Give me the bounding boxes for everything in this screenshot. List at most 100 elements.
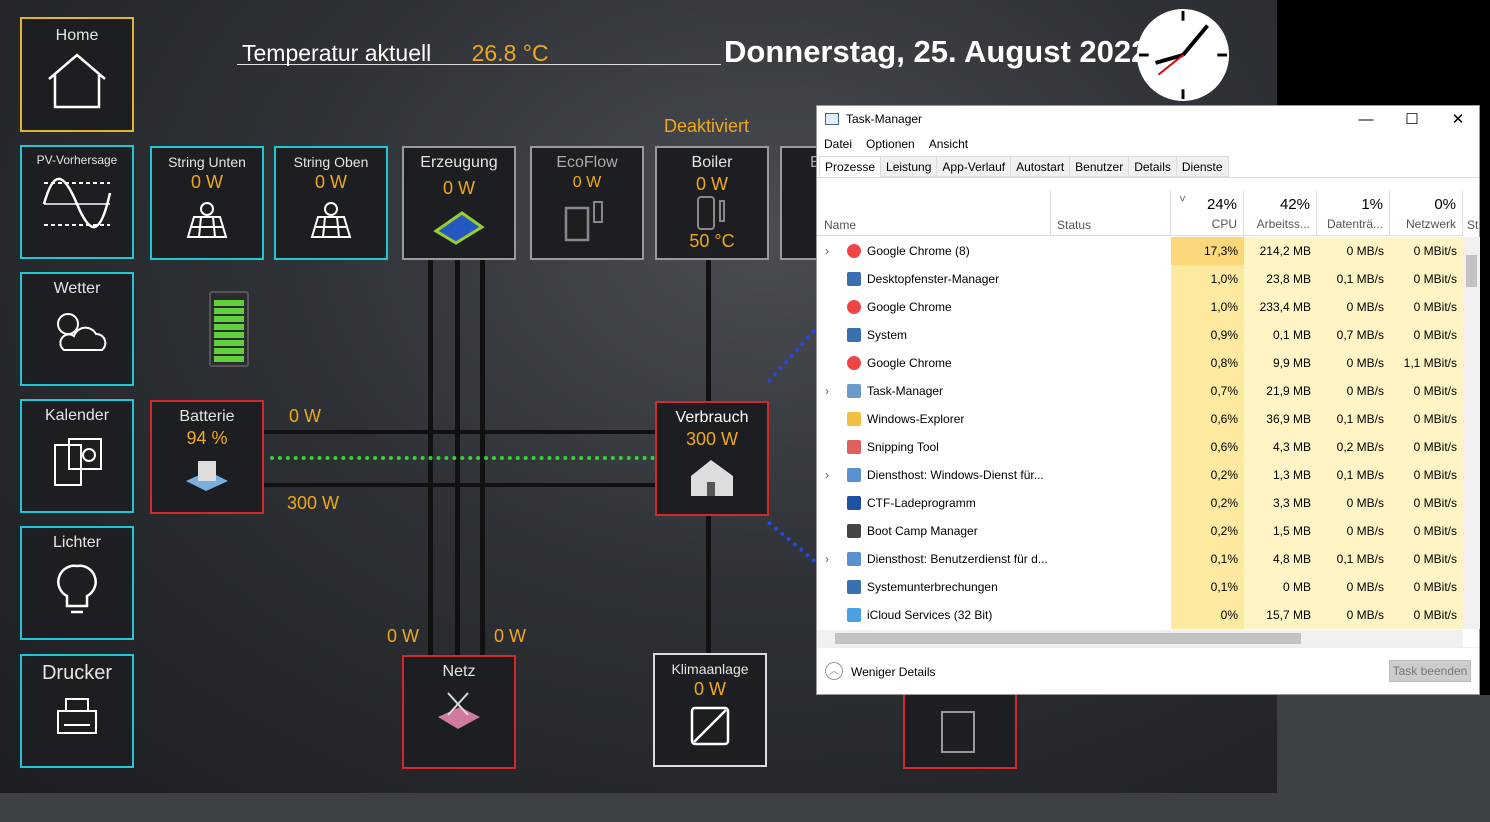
label: PV-Vorhersage <box>36 153 118 167</box>
process-cpu: 1,0% <box>1171 265 1244 293</box>
expand-chevron-icon[interactable]: › <box>825 545 829 573</box>
menu-optionen[interactable]: Optionen <box>866 137 915 151</box>
process-row[interactable]: Windows-Explorer 0,6% 36,9 MB 0,1 MB/s 0 MBi… <box>817 405 1463 433</box>
process-name: Task-Manager <box>867 384 944 398</box>
column-disk[interactable]: 1% Datenträ... <box>1317 190 1390 236</box>
menu-datei[interactable]: Datei <box>824 137 852 151</box>
label: Home <box>55 27 99 44</box>
house-icon <box>691 460 733 496</box>
expand-chevron-icon[interactable]: › <box>825 237 829 265</box>
process-memory: 21,9 MB <box>1244 377 1317 405</box>
column-cpu[interactable]: ˅ 24% CPU <box>1171 190 1244 236</box>
less-details-button[interactable]: Weniger Details <box>851 665 935 679</box>
tab-autostart[interactable]: Autostart <box>1010 156 1071 177</box>
process-row[interactable]: Systemunterbrechungen 0,1% 0 MB 0 MB/s 0 MBi… <box>817 573 1463 601</box>
battery-in-label: 300 W <box>287 493 340 513</box>
process-row[interactable]: System 0,9% 0,1 MB 0,7 MB/s 0 MBit/s <box>817 321 1463 349</box>
tile-boiler[interactable]: Boiler 0 W 50 °C <box>655 146 769 260</box>
tile-string-oben[interactable]: String Oben 0 W <box>274 146 388 260</box>
cloud-icon <box>847 608 861 622</box>
process-row[interactable]: › Task-Manager 0,7% 21,9 MB 0 MB/s 0 MBit/s <box>817 377 1463 405</box>
process-disk: 0 MB/s <box>1317 237 1390 265</box>
sidebar-item-pv-vorhersage[interactable]: PV-Vorhersage <box>20 145 134 259</box>
sidebar-item-drucker[interactable]: Drucker <box>20 654 134 768</box>
minimize-button[interactable]: — <box>1343 108 1389 132</box>
sidebar-item-kalender[interactable]: Kalender <box>20 399 134 513</box>
tile-erzeugung[interactable]: Erzeugung 0 W <box>402 146 516 260</box>
column-network[interactable]: 0% Netzwerk <box>1390 190 1463 236</box>
scroll-thumb[interactable] <box>1466 255 1477 287</box>
flow-line <box>706 258 711 403</box>
column-status[interactable]: Status <box>1051 190 1171 236</box>
column-memory[interactable]: 42% Arbeitss... <box>1244 190 1317 236</box>
tab-benutzer[interactable]: Benutzer <box>1069 156 1130 177</box>
temperature-value: 26.8 °C <box>471 40 549 66</box>
label: Batterie <box>179 408 235 425</box>
boiler-icon <box>697 196 725 230</box>
process-row[interactable]: › Diensthost: Windows-Dienst für... 0,2% 1,… <box>817 461 1463 489</box>
process-network: 0 MBit/s <box>1390 405 1463 433</box>
scroll-thumb[interactable] <box>835 633 1301 644</box>
sidebar-item-home[interactable]: Home <box>20 17 134 132</box>
tab-details[interactable]: Details <box>1128 156 1177 177</box>
tab-prozesse[interactable]: Prozesse <box>819 156 882 177</box>
tile-string-unten[interactable]: String Unten 0 W <box>150 146 264 260</box>
close-button[interactable]: ✕ <box>1435 108 1481 132</box>
process-memory: 0 MB <box>1244 573 1317 601</box>
tab-app-verlauf[interactable]: App-Verlauf <box>936 156 1012 177</box>
power-station-icon <box>564 201 603 242</box>
process-row[interactable]: › Google Chrome (8) 17,3% 214,2 MB 0 MB/s 0 M… <box>817 237 1463 265</box>
vertical-scrollbar[interactable] <box>1463 237 1480 629</box>
process-name: Systemunterbrechungen <box>867 580 998 594</box>
tab-leistung[interactable]: Leistung <box>880 156 938 177</box>
process-row[interactable]: iCloud Services (32 Bit) 0% 15,7 MB 0 MB/s 0… <box>817 601 1463 629</box>
process-network: 0 MBit/s <box>1390 489 1463 517</box>
menu-ansicht[interactable]: Ansicht <box>929 137 968 151</box>
process-cpu: 0,1% <box>1171 545 1244 573</box>
expand-chevron-icon[interactable]: › <box>825 461 829 489</box>
tm-icon <box>847 384 861 398</box>
process-name: Snipping Tool <box>867 440 939 454</box>
chevron-up-icon[interactable]: ︿ <box>825 662 843 680</box>
horizontal-scrollbar[interactable] <box>817 630 1463 647</box>
background-area <box>1277 695 1490 793</box>
process-row[interactable]: › Diensthost: Benutzerdienst für d... 0,1%… <box>817 545 1463 573</box>
clock-icon <box>1136 8 1230 102</box>
value: 0 W <box>190 172 223 192</box>
process-row[interactable]: Google Chrome 1,0% 233,4 MB 0 MB/s 0 MBit/s <box>817 293 1463 321</box>
process-cpu: 0,9% <box>1171 321 1244 349</box>
process-row[interactable]: Desktopfenster-Manager 1,0% 23,8 MB 0,1 MB/… <box>817 265 1463 293</box>
tile-ecoflow[interactable]: EcoFlow 0 W <box>530 146 644 260</box>
tile-klimaanlage[interactable]: Klimaanlage 0 W <box>653 653 767 767</box>
sidebar-item-wetter[interactable]: Wetter <box>20 272 134 386</box>
process-name: Diensthost: Benutzerdienst für d... <box>867 552 1048 566</box>
label: String Unten <box>168 154 246 170</box>
process-cpu: 0,1% <box>1171 573 1244 601</box>
folder-icon <box>847 412 861 426</box>
chrome-icon <box>847 356 861 370</box>
tile-batterie[interactable]: Batterie 94 % <box>150 400 264 514</box>
process-row[interactable]: Boot Camp Manager 0,2% 1,5 MB 0 MB/s 0 MBit/… <box>817 517 1463 545</box>
heating-icon <box>941 711 975 753</box>
process-row[interactable]: CTF-Ladeprogramm 0,2% 3,3 MB 0 MB/s 0 MBit/s <box>817 489 1463 517</box>
tab-dienste[interactable]: Dienste <box>1175 156 1229 177</box>
battery-gauge <box>209 291 249 367</box>
process-row[interactable]: Google Chrome 0,8% 9,9 MB 0 MB/s 1,1 MBit/s <box>817 349 1463 377</box>
expand-chevron-icon[interactable]: › <box>825 377 829 405</box>
process-disk: 0 MB/s <box>1317 293 1390 321</box>
process-disk: 0 MB/s <box>1317 573 1390 601</box>
tile-netz[interactable]: Netz <box>402 655 516 769</box>
process-row[interactable]: Snipping Tool 0,6% 4,3 MB 0,2 MB/s 0 MBit/s <box>817 433 1463 461</box>
label: Kalender <box>44 407 110 424</box>
process-disk: 0 MB/s <box>1317 349 1390 377</box>
sidebar-item-lichter[interactable]: Lichter <box>20 526 134 640</box>
process-memory: 1,5 MB <box>1244 517 1317 545</box>
grid-left-label: 0 W <box>387 626 420 646</box>
process-disk: 0,2 MB/s <box>1317 433 1390 461</box>
column-header: Name Status ˅ 24% CPU 42% Arbeitss... 1% Dat… <box>817 190 1463 236</box>
task-manager-window[interactable]: Task-Manager — ☐ ✕ Datei Optionen Ansich… <box>816 105 1480 695</box>
tile-verbrauch[interactable]: Verbrauch 300 W <box>655 401 769 516</box>
end-task-button[interactable]: Task beenden <box>1389 660 1471 682</box>
column-name[interactable]: Name <box>817 190 1051 236</box>
maximize-button[interactable]: ☐ <box>1389 108 1435 132</box>
